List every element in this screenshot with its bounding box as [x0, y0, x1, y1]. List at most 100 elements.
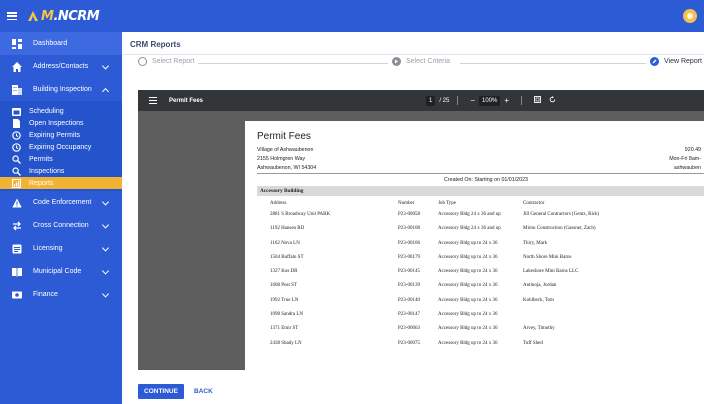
search-icon: [12, 166, 21, 176]
table-row: 2438 Shady LN P23-00075 Accessory Bldg u…: [270, 341, 673, 355]
warning-icon: [12, 198, 22, 208]
table-row: 1192 Hansen RD P23-00108 Accessory Bldg …: [270, 226, 673, 240]
building-icon: [12, 84, 22, 95]
sidebar-item-municipal-code[interactable]: Municipal Code: [0, 260, 122, 283]
column-header: Contractor: [523, 201, 545, 206]
pdf-page: Permit Fees Village of Ashwaubenon 2155 …: [245, 121, 704, 370]
zoom-in-icon[interactable]: +: [504, 96, 509, 105]
cell-address: 1504 Buffalo ST: [270, 254, 304, 260]
sidebar-item-permits[interactable]: Permits: [0, 153, 122, 165]
cell-number: P23-00075: [398, 340, 420, 346]
chevron-down-icon: [101, 220, 110, 229]
sidebar-item-finance[interactable]: Finance: [0, 283, 122, 306]
divider: [257, 173, 704, 174]
cell-number: P23-00179: [398, 254, 420, 260]
step-view-report[interactable]: View Report: [649, 57, 702, 66]
org-contact: 920.49 Mon-Fri 8am- ashwauben: [669, 146, 701, 173]
report-created-on: Created On: Starting on 01/01/2023: [444, 177, 528, 183]
cell-contractor: Antinoja, Jordan: [523, 283, 557, 289]
cell-address: 1327 Kos DR: [270, 269, 298, 275]
back-button[interactable]: BACK: [194, 384, 213, 399]
pdf-viewer[interactable]: Permit Fees 1 / 25 − 100% + Permit Fees: [138, 90, 704, 370]
cell-address: 1992 True LN: [270, 297, 299, 303]
cell-number: P23-00140: [398, 297, 420, 303]
chevron-down-icon: [101, 61, 110, 70]
sidebar-item-expiring-permits[interactable]: Expiring Permits: [0, 129, 122, 141]
pencil-icon: [649, 57, 659, 66]
column-header: Number: [398, 201, 415, 206]
cell-contractor: Thiry, Mark: [523, 240, 548, 246]
step-select-report[interactable]: Select Report: [138, 57, 194, 66]
sidebar-item-cross-connection[interactable]: Cross Connection: [0, 214, 122, 237]
cell-address: 2881 S Broadway Unit PARK: [270, 212, 331, 217]
cell-number: P23-00063: [398, 326, 420, 332]
sidebar-item-address-contacts[interactable]: Address/Contacts: [0, 55, 122, 78]
sidebar-item-dashboard[interactable]: Dashboard: [0, 32, 122, 55]
building-inspection-submenu: Scheduling Open Inspections Expiring Per…: [0, 101, 122, 191]
org-city: Ashwaubenon, WI 54304: [257, 165, 317, 171]
step-connector: [460, 63, 646, 64]
cell-job-type: Accessory Bldg 24 x 36 and up: [438, 212, 501, 217]
cell-address: 2438 Shady LN: [270, 340, 302, 346]
continue-button[interactable]: CONTINUE: [138, 384, 184, 399]
chevron-down-icon: [101, 289, 110, 298]
report-title: Permit Fees: [257, 131, 311, 142]
home-icon: [12, 61, 22, 72]
clock-icon: [12, 142, 21, 152]
pdf-document-title: Permit Fees: [169, 97, 204, 104]
report-stepper: Select Report Select Criteria View Repor…: [122, 57, 704, 71]
sidebar-item-inspections[interactable]: Inspections: [0, 165, 122, 177]
cell-number: P23-00147: [398, 312, 420, 318]
cell-job-type: Accessory Bldg up to 24 x 36: [438, 269, 498, 275]
table-row: 1371 Emir ST P23-00063 Accessory Bldg up…: [270, 326, 673, 340]
cell-job-type: Accessory Bldg up to 24 x 36: [438, 326, 498, 332]
toolbar-divider: [457, 96, 459, 105]
sidebar-item-licensing[interactable]: Licensing: [0, 237, 122, 260]
page-number-input[interactable]: 1: [426, 95, 436, 106]
sidebar-item-label: Permits: [29, 155, 53, 163]
sidebar-item-scheduling[interactable]: Scheduling: [0, 105, 122, 117]
page-title: CRM Reports: [130, 40, 181, 49]
zoom-out-icon[interactable]: −: [470, 96, 475, 105]
sidebar-item-expiring-occupancy[interactable]: Expiring Occupancy: [0, 141, 122, 153]
step-circle-icon: [138, 57, 147, 66]
search-icon: [12, 154, 21, 164]
rotate-icon[interactable]: [549, 96, 556, 105]
cell-contractor: Lakeshore Mini Barns LLC: [523, 269, 579, 275]
page-total: / 25: [439, 97, 450, 104]
chevron-up-icon: [101, 87, 110, 95]
sidebar-item-label: Building Inspection: [33, 86, 92, 93]
sidebar-item-label: Finance: [33, 291, 58, 298]
sidebar-item-code-enforcement[interactable]: Code Enforcement: [0, 191, 122, 214]
main-content: CRM Reports Select Report Select Criteri…: [122, 32, 704, 404]
org-street: 2155 Holmgren Way: [257, 156, 306, 162]
book-icon: [12, 267, 22, 277]
cell-number: P23-00139: [398, 283, 420, 289]
pdf-controls: 1 / 25 − 100% +: [426, 90, 560, 111]
top-app-bar: M .NCRM: [0, 0, 704, 32]
step-label: Select Report: [152, 58, 195, 65]
cell-job-type: Accessory Bldg up to 24 x 36: [438, 312, 498, 318]
fit-page-icon[interactable]: [534, 96, 542, 105]
step-label: Select Criteria: [406, 58, 450, 65]
app-logo[interactable]: M .NCRM: [26, 8, 100, 24]
cell-contractor: Jill General Contractors (Gentz, Rick): [523, 212, 600, 217]
zoom-level-input[interactable]: 100%: [479, 95, 501, 106]
menu-icon[interactable]: [149, 97, 157, 104]
sidebar-item-open-inspections[interactable]: Open Inspections: [0, 117, 122, 129]
sidebar-item-building-inspection[interactable]: Building Inspection: [0, 78, 122, 101]
permit-table: Address Number Job Type Contractor 2881 …: [270, 201, 673, 355]
menu-icon[interactable]: [7, 12, 17, 20]
user-avatar[interactable]: [683, 9, 697, 23]
org-phone: 920.49: [684, 147, 701, 153]
table-row: 2881 S Broadway Unit PARK P23-00058 Acce…: [270, 212, 673, 226]
clock-icon: [12, 130, 21, 140]
step-select-criteria[interactable]: Select Criteria: [392, 57, 450, 66]
table-row: 1098 Sandra LN P23-00147 Accessory Bldg …: [270, 312, 673, 326]
cell-address: 1608 Post ST: [270, 283, 297, 289]
logo-letter: M: [41, 8, 54, 24]
sidebar-item-label: Reports: [29, 179, 54, 187]
sidebar-item-reports[interactable]: Reports: [0, 177, 122, 189]
step-connector: [198, 63, 388, 64]
chevron-down-icon: [101, 243, 110, 252]
